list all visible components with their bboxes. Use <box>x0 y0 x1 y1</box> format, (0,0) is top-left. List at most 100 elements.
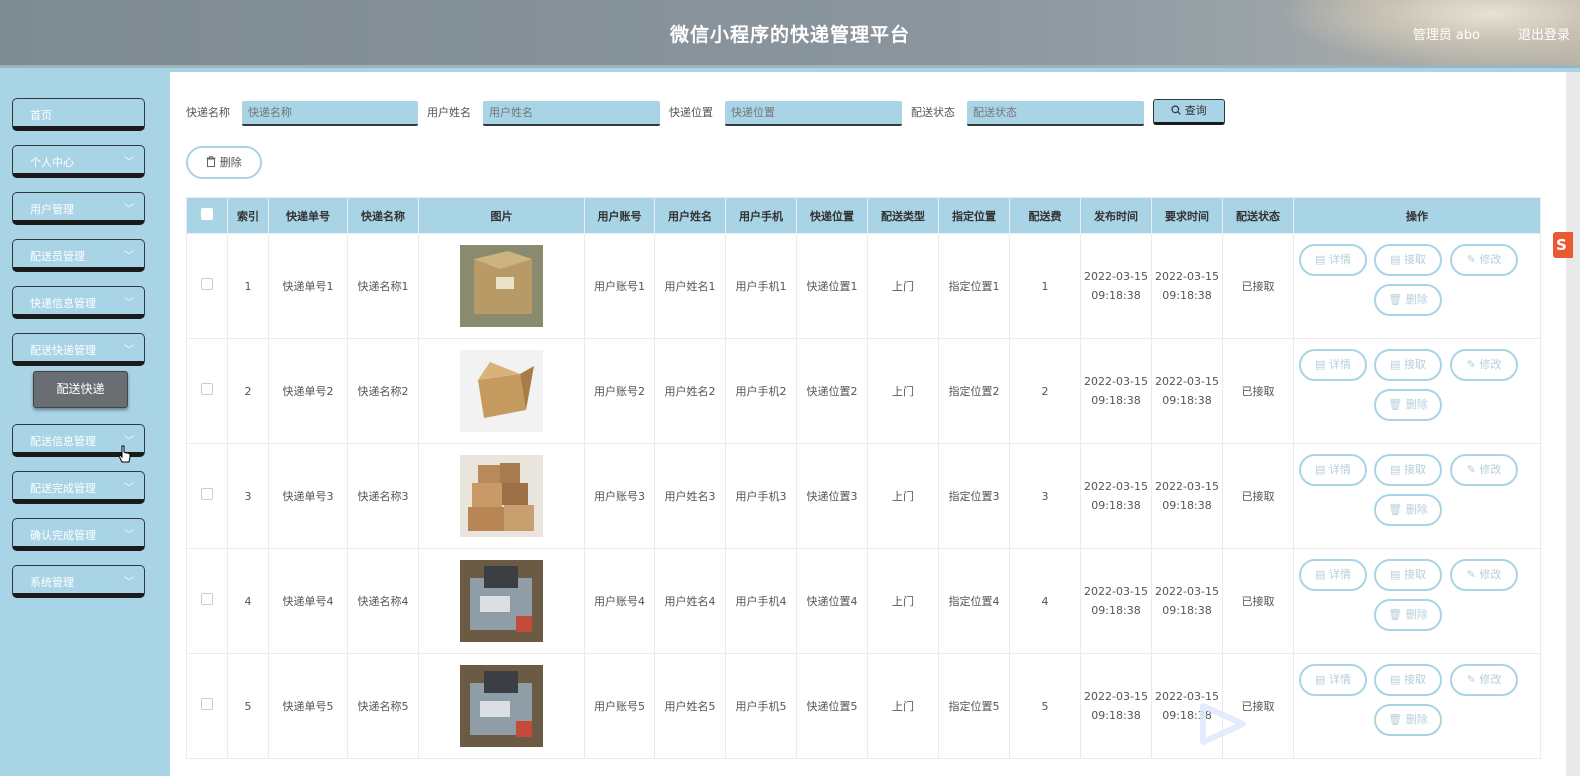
column-header: 配送状态 <box>1222 197 1294 234</box>
cell-phone: 用户手机4 <box>725 548 797 654</box>
detail-button[interactable]: ▤ 详情 <box>1299 244 1367 276</box>
sidebar-item-label: 配送完成管理 <box>30 482 96 495</box>
package-image <box>460 455 543 537</box>
cell-location: 快递位置1 <box>796 233 868 339</box>
app-title: 微信小程序的快递管理平台 <box>669 24 910 46</box>
cell-target: 指定位置4 <box>938 548 1010 654</box>
row-checkbox[interactable] <box>201 697 213 710</box>
search-label-express-name: 快递名称 <box>186 106 230 119</box>
mouse-cursor-icon <box>118 445 131 463</box>
sidebar-subitem-delivery[interactable]: 配送快递 <box>33 371 128 408</box>
edit-button[interactable]: ✎ 修改 <box>1450 454 1518 486</box>
delete-button[interactable]: 🗑 删除 <box>1374 284 1442 316</box>
search-input-delivery-status[interactable] <box>967 101 1144 126</box>
select-all-checkbox[interactable] <box>201 208 213 220</box>
cell-image <box>418 443 585 549</box>
delete-button[interactable]: 🗑 删除 <box>1374 494 1442 526</box>
batch-delete-button[interactable]: 删除 <box>186 146 262 179</box>
search-button[interactable]: 查询 <box>1153 99 1225 125</box>
trash-icon: 🗑 <box>1388 503 1403 516</box>
sidebar-item-8[interactable]: 确认完成管理 ﹀ <box>12 518 145 551</box>
detail-label: 详情 <box>1328 358 1351 371</box>
logout-link[interactable]: 退出登录 <box>1518 24 1570 43</box>
pencil-icon: ✎ <box>1466 253 1476 266</box>
cell-no: 快递单号4 <box>268 548 348 654</box>
table-row: 2 快递单号2 快递名称2 用户账号2 用户姓名2 用户手机2 快递位置2 上门 指定位置2 2 2… <box>186 338 1541 444</box>
search-input-express-name[interactable] <box>242 101 418 126</box>
header-select-all[interactable] <box>186 197 228 234</box>
detail-button[interactable]: ▤ 详情 <box>1299 664 1367 696</box>
search-icon <box>1171 105 1181 115</box>
batch-delete-label: 删除 <box>219 156 242 169</box>
sidebar-item-3[interactable]: 配送员管理 ﹀ <box>12 239 145 272</box>
column-header: 快递名称 <box>347 197 419 234</box>
detail-button[interactable]: ▤ 详情 <box>1299 454 1367 486</box>
sidebar-item-1[interactable]: 个人中心 ﹀ <box>12 145 145 178</box>
row-select-cell[interactable] <box>186 338 228 444</box>
row-select-cell[interactable] <box>186 233 228 339</box>
delete-label: 删除 <box>1405 713 1428 726</box>
edit-button[interactable]: ✎ 修改 <box>1450 559 1518 591</box>
column-header: 发布时间 <box>1080 197 1152 234</box>
detail-button[interactable]: ▤ 详情 <box>1299 349 1367 381</box>
cell-publish_time: 2022-03-15 09:18:38 <box>1080 233 1152 339</box>
accept-button[interactable]: ▤ 接取 <box>1374 349 1442 381</box>
cell-type: 上门 <box>867 443 939 549</box>
trash-icon: 🗑 <box>1388 713 1403 726</box>
sidebar-item-9[interactable]: 系统管理 ﹀ <box>12 565 145 598</box>
column-header: 图片 <box>418 197 585 234</box>
delete-button[interactable]: 🗑 删除 <box>1374 704 1442 736</box>
file-icon: ▤ <box>1390 568 1401 581</box>
row-checkbox[interactable] <box>201 487 213 500</box>
accept-label: 接取 <box>1403 673 1426 686</box>
package-image <box>460 560 543 642</box>
search-input-user-name[interactable] <box>483 101 660 126</box>
column-header: 要求时间 <box>1151 197 1223 234</box>
delete-button[interactable]: 🗑 删除 <box>1374 599 1442 631</box>
row-checkbox[interactable] <box>201 592 213 605</box>
edit-button[interactable]: ✎ 修改 <box>1450 244 1518 276</box>
cell-no: 快递单号1 <box>268 233 348 339</box>
accept-label: 接取 <box>1403 463 1426 476</box>
cell-account: 用户账号5 <box>584 653 655 759</box>
search-button-label: 查询 <box>1184 104 1207 117</box>
cell-location: 快递位置4 <box>796 548 868 654</box>
search-input-express-location[interactable] <box>725 101 902 126</box>
edit-button[interactable]: ✎ 修改 <box>1450 664 1518 696</box>
cell-type: 上门 <box>867 653 939 759</box>
sidebar-item-2[interactable]: 用户管理 ﹀ <box>12 192 145 225</box>
row-checkbox[interactable] <box>201 277 213 290</box>
delete-label: 删除 <box>1405 503 1428 516</box>
cell-phone: 用户手机2 <box>725 338 797 444</box>
accept-button[interactable]: ▤ 接取 <box>1374 454 1442 486</box>
delete-button[interactable]: 🗑 删除 <box>1374 389 1442 421</box>
cell-location: 快递位置2 <box>796 338 868 444</box>
floating-widget-icon[interactable]: S <box>1553 232 1573 258</box>
row-select-cell[interactable] <box>186 443 228 549</box>
sidebar-item-7[interactable]: 配送完成管理 ﹀ <box>12 471 145 504</box>
search-label-delivery-status: 配送状态 <box>911 106 955 119</box>
accept-button[interactable]: ▤ 接取 <box>1374 664 1442 696</box>
sidebar-item-4[interactable]: 快递信息管理 ﹀ <box>12 286 145 319</box>
detail-label: 详情 <box>1328 568 1351 581</box>
accept-label: 接取 <box>1403 568 1426 581</box>
cell-index: 2 <box>227 338 269 444</box>
file-icon: ▤ <box>1390 253 1401 266</box>
cell-required_time: 2022-03-15 09:18:38 <box>1151 233 1223 339</box>
detail-button[interactable]: ▤ 详情 <box>1299 559 1367 591</box>
cell-required_time: 2022-03-15 09:18:38 <box>1151 443 1223 549</box>
trash-icon <box>206 156 216 167</box>
accept-button[interactable]: ▤ 接取 <box>1374 244 1442 276</box>
chevron-down-icon: ﹀ <box>124 157 134 168</box>
row-select-cell[interactable] <box>186 653 228 759</box>
accept-button[interactable]: ▤ 接取 <box>1374 559 1442 591</box>
chevron-down-icon: ﹀ <box>124 345 134 356</box>
sidebar-item-5[interactable]: 配送快递管理 ﹀ <box>12 333 145 366</box>
chevron-down-icon: ﹀ <box>124 251 134 262</box>
sidebar-item-0[interactable]: 首页 <box>12 98 145 131</box>
cell-status: 已接取 <box>1222 338 1294 444</box>
edit-button[interactable]: ✎ 修改 <box>1450 349 1518 381</box>
file-icon: ▤ <box>1315 568 1326 581</box>
row-checkbox[interactable] <box>201 382 213 395</box>
row-select-cell[interactable] <box>186 548 228 654</box>
